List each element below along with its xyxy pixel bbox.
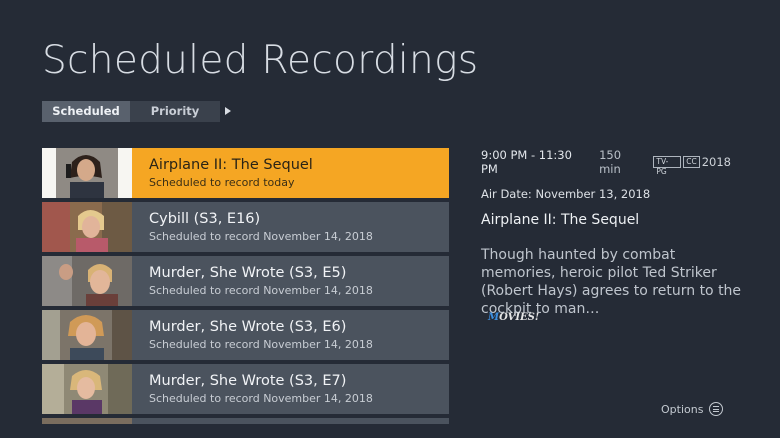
details-year: 2018 [701,155,732,169]
recording-thumbnail [42,256,132,306]
recording-item-partial[interactable] [42,418,449,424]
recording-title: Airplane II: The Sequel [149,157,313,173]
details-duration: 150 min [599,148,622,176]
recording-details: 9:00 PM - 11:30 PM 150 min TV-PG CC 2018… [481,148,746,318]
recording-item[interactable]: Cybill (S3, E16) Scheduled to record Nov… [42,202,449,252]
tab-priority[interactable]: Priority [130,101,220,122]
options-label: Options [661,402,704,416]
network-logo: MOVIES! [488,312,540,323]
cc-badge: CC [683,156,700,168]
recording-title: Murder, She Wrote (S3, E5) [149,265,347,281]
tab-bar: Scheduled Priority [42,101,231,122]
recording-title: Murder, She Wrote (S3, E6) [149,319,347,335]
recording-title: Cybill (S3, E16) [149,211,261,227]
recording-status: Scheduled to record November 14, 2018 [149,284,373,297]
recording-thumbnail [42,418,132,424]
page-title: Scheduled Recordings [42,38,479,83]
menu-circle-icon [709,402,724,416]
recording-status: Scheduled to record today [149,176,295,189]
recording-thumbnail [42,310,132,360]
recording-title: Murder, She Wrote (S3, E7) [149,373,347,389]
recording-status: Scheduled to record November 14, 2018 [149,230,373,243]
recording-item[interactable]: Murder, She Wrote (S3, E5) Scheduled to … [42,256,449,306]
options-button[interactable]: Options [661,402,724,416]
recording-thumbnail [42,148,132,198]
rating-badge: TV-PG [653,156,682,176]
tab-scheduled[interactable]: Scheduled [42,101,130,122]
details-meta: 9:00 PM - 11:30 PM 150 min TV-PG CC 2018 [481,148,746,176]
details-description: Though haunted by combat memories, heroi… [481,247,742,317]
details-air-date: Air Date: November 13, 2018 [481,187,651,201]
recording-status: Scheduled to record November 14, 2018 [149,338,373,351]
tabs-next-arrow-icon[interactable] [225,107,231,115]
recording-status: Scheduled to record November 14, 2018 [149,392,373,405]
recording-item[interactable]: Murder, She Wrote (S3, E7) Scheduled to … [42,364,449,414]
recordings-list: Airplane II: The Sequel Scheduled to rec… [42,148,449,424]
details-title: Airplane II: The Sequel [481,212,640,228]
recording-item[interactable]: Murder, She Wrote (S3, E6) Scheduled to … [42,310,449,360]
details-time: 9:00 PM - 11:30 PM [481,148,572,176]
recording-thumbnail [42,202,132,252]
recording-item[interactable]: Airplane II: The Sequel Scheduled to rec… [42,148,449,198]
recording-thumbnail [42,364,132,414]
